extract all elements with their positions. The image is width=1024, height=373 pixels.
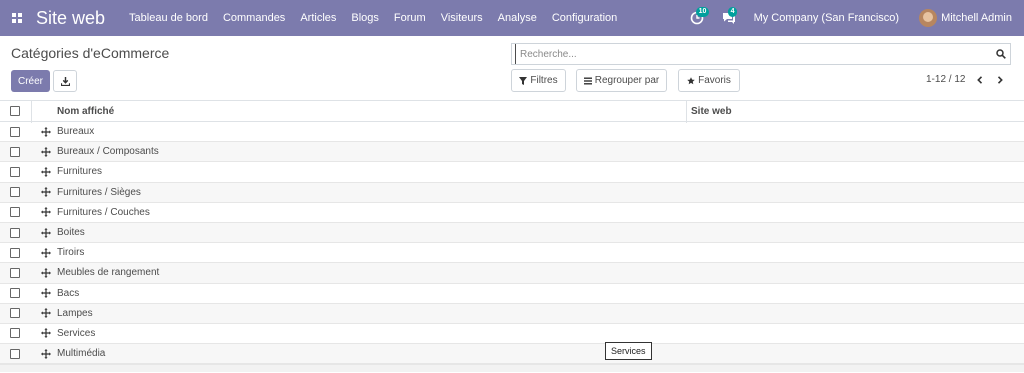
search-icon[interactable] bbox=[992, 49, 1010, 59]
drag-handle-icon[interactable] bbox=[41, 207, 51, 218]
filter-icon bbox=[519, 76, 528, 85]
category-name: Furnitures / Sièges bbox=[57, 186, 141, 198]
menu-item-dashboard[interactable]: Tableau de bord bbox=[129, 12, 208, 24]
row-checkbox[interactable] bbox=[10, 126, 20, 137]
table-row[interactable]: Bureaux bbox=[0, 122, 1024, 143]
group-by-label: Regrouper par bbox=[594, 75, 660, 86]
drag-handle-icon[interactable] bbox=[41, 308, 51, 319]
navbar-systray: 10 4 My Company (San Francisco) Mitchell… bbox=[686, 0, 1024, 36]
drag-handle-icon[interactable] bbox=[41, 126, 51, 137]
category-name: Bureaux bbox=[57, 126, 95, 138]
menu-item-analysis[interactable]: Analyse bbox=[498, 12, 537, 24]
row-checkbox[interactable] bbox=[10, 247, 20, 258]
row-checkbox[interactable] bbox=[10, 348, 20, 359]
column-header-website[interactable]: Site web bbox=[691, 106, 732, 117]
category-name: Multimédia bbox=[57, 348, 106, 360]
company-switcher[interactable]: My Company (San Francisco) bbox=[754, 12, 900, 24]
drag-handle-icon[interactable] bbox=[41, 247, 51, 258]
column-header-name[interactable]: Nom affiché bbox=[57, 106, 114, 117]
messaging-chat-icon[interactable]: 4 bbox=[718, 7, 740, 28]
favorites-button[interactable]: Favoris bbox=[678, 69, 740, 92]
category-name: Bacs bbox=[57, 287, 80, 299]
apps-menu-icon[interactable] bbox=[4, 0, 30, 36]
user-avatar[interactable] bbox=[919, 9, 938, 27]
row-checkbox[interactable] bbox=[10, 166, 20, 177]
category-name: Bureaux / Composants bbox=[57, 146, 159, 158]
table-row[interactable]: Bureaux / Composants bbox=[0, 142, 1024, 163]
drag-handle-icon[interactable] bbox=[41, 146, 51, 157]
category-name: Tiroirs bbox=[57, 247, 85, 259]
user-menu[interactable]: Mitchell Admin bbox=[941, 12, 1012, 24]
table-row[interactable]: Furnitures / Couches bbox=[0, 203, 1024, 223]
favorites-label: Favoris bbox=[698, 75, 731, 86]
column-divider bbox=[686, 101, 687, 123]
table-row[interactable]: Multimédia bbox=[0, 344, 1024, 365]
row-checkbox[interactable] bbox=[10, 267, 20, 278]
table-row[interactable]: Boites bbox=[0, 222, 1024, 244]
category-name: Furnitures / Couches bbox=[57, 206, 150, 218]
activity-clock-icon[interactable]: 10 bbox=[686, 7, 710, 28]
row-checkbox[interactable] bbox=[10, 227, 20, 238]
table-row[interactable]: Meubles de rangement bbox=[0, 263, 1024, 284]
search-bar bbox=[511, 43, 1011, 65]
drag-handle-icon[interactable] bbox=[41, 267, 51, 278]
drag-handle-icon[interactable] bbox=[41, 227, 51, 238]
table-row[interactable]: Tiroirs bbox=[0, 243, 1024, 264]
filters-label: Filtres bbox=[530, 75, 558, 86]
drag-handle-icon[interactable] bbox=[41, 187, 51, 198]
category-name: Lampes bbox=[57, 307, 93, 319]
star-icon bbox=[687, 76, 695, 84]
category-name: Meubles de rangement bbox=[57, 267, 160, 279]
app-name[interactable]: Site web bbox=[36, 8, 105, 29]
download-icon bbox=[60, 76, 70, 86]
table-row[interactable]: Services bbox=[0, 324, 1024, 345]
menu-item-configuration[interactable]: Configuration bbox=[552, 12, 617, 24]
row-checkbox[interactable] bbox=[10, 146, 20, 157]
table-body: Bureaux Bureaux / Composants Furnitures Fur… bbox=[0, 122, 1024, 365]
tooltip: Services bbox=[605, 342, 652, 360]
categories-list: Nom affiché Site web Bureaux Bureaux / Co… bbox=[0, 100, 1024, 373]
category-name: Boites bbox=[57, 227, 85, 239]
menu-item-orders[interactable]: Commandes bbox=[223, 12, 285, 24]
pager-value[interactable]: 1-12 / 12 bbox=[926, 74, 965, 85]
message-count-badge: 4 bbox=[727, 7, 738, 17]
chevron-right-icon bbox=[997, 76, 1003, 84]
menu-item-products[interactable]: Articles bbox=[300, 12, 336, 24]
category-name: Services bbox=[57, 327, 96, 339]
search-input[interactable] bbox=[515, 44, 992, 64]
row-checkbox[interactable] bbox=[10, 207, 20, 218]
pager-previous-button[interactable] bbox=[972, 72, 988, 88]
row-checkbox[interactable] bbox=[10, 308, 20, 319]
column-divider bbox=[31, 101, 32, 123]
drag-handle-icon[interactable] bbox=[41, 288, 51, 299]
row-checkbox[interactable] bbox=[10, 288, 20, 299]
menu-item-visitors[interactable]: Visiteurs bbox=[441, 12, 483, 24]
menu-item-blogs[interactable]: Blogs bbox=[351, 12, 379, 24]
table-row[interactable]: Lampes bbox=[0, 303, 1024, 324]
row-checkbox[interactable] bbox=[10, 328, 20, 339]
page-title: Catégories d'eCommerce bbox=[11, 45, 170, 61]
export-download-button[interactable] bbox=[53, 70, 77, 92]
table-footer bbox=[0, 364, 1024, 373]
category-name: Furnitures bbox=[57, 166, 103, 178]
menu-item-forum[interactable]: Forum bbox=[394, 12, 426, 24]
drag-handle-icon[interactable] bbox=[41, 348, 51, 359]
table-header: Nom affiché Site web bbox=[0, 100, 1024, 123]
filters-button[interactable]: Filtres bbox=[511, 69, 566, 92]
pager-next-button[interactable] bbox=[992, 72, 1008, 88]
table-row[interactable]: Furnitures / Sièges bbox=[0, 182, 1024, 203]
chevron-left-icon bbox=[977, 76, 983, 84]
select-all-checkbox[interactable] bbox=[10, 106, 20, 116]
drag-handle-icon[interactable] bbox=[41, 166, 51, 177]
row-checkbox[interactable] bbox=[10, 187, 20, 198]
table-row[interactable]: Bacs bbox=[0, 284, 1024, 304]
create-button[interactable]: Créer bbox=[11, 70, 50, 92]
main-menu: Tableau de bord Commandes Articles Blogs… bbox=[129, 12, 632, 24]
group-by-button[interactable]: Regrouper par bbox=[576, 69, 667, 92]
drag-handle-icon[interactable] bbox=[41, 328, 51, 339]
table-row[interactable]: Furnitures bbox=[0, 162, 1024, 183]
top-navbar: Site web Tableau de bord Commandes Artic… bbox=[0, 0, 1024, 36]
activity-count-badge: 10 bbox=[695, 7, 710, 17]
list-icon bbox=[583, 77, 592, 84]
